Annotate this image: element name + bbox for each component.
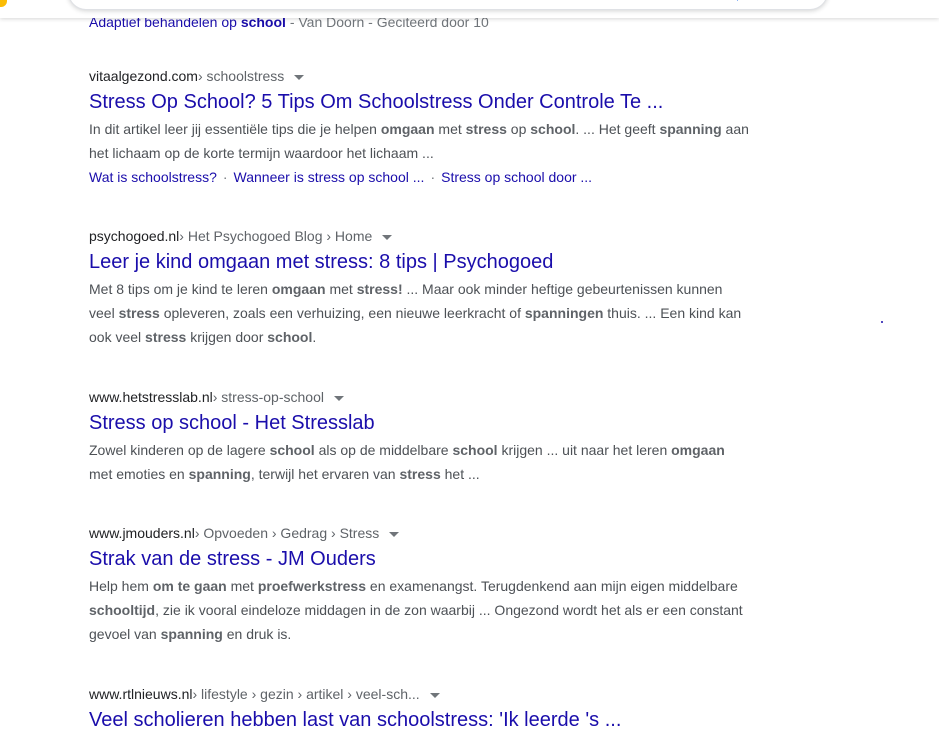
sitelink-separator: · [222, 169, 228, 185]
result-breadcrumb: › Opvoeden › Gedrag › Stress [194, 525, 380, 541]
snippet-keyword: om te gaan [152, 578, 227, 594]
sitelink[interactable]: Wat is schoolstress? [89, 169, 217, 185]
result-snippet: Zowel kinderen op de lagere school als o… [89, 438, 749, 486]
snippet-text: en examenangst. Terugdenkend aan mijn ei… [366, 578, 738, 594]
snippet-keyword: omgaan [380, 121, 435, 137]
snippet-text: Zowel kinderen op de lagere [89, 442, 270, 458]
snippet-keyword: stress [399, 466, 441, 482]
snippet-keyword: stress [465, 121, 507, 137]
sitelink-separator: · [430, 169, 436, 185]
snippet-text: opleveren, zoals een verhuizing, een nie… [159, 305, 525, 321]
result-sitelinks: Wat is schoolstress? · Wanneer is stress o… [89, 165, 749, 189]
snippet-text: op [506, 121, 531, 137]
snippet-keyword: school [269, 442, 315, 458]
stray-dot [881, 321, 883, 323]
snippet-text: het ... [440, 466, 480, 482]
snippet-text: met [226, 578, 258, 594]
snippet-text: Met 8 tips om je kind te leren [89, 281, 272, 297]
caret-down-icon[interactable] [294, 74, 305, 80]
snippet-text: en druk is. [222, 626, 292, 642]
snippet-keyword: spanning [659, 121, 722, 137]
snippet-keyword: school [267, 329, 313, 345]
snippet-keyword: spanningen [524, 305, 604, 321]
caret-down-icon[interactable] [429, 692, 440, 698]
result-breadcrumb: › Het Psychogoed Blog › Home [179, 228, 373, 244]
result-breadcrumb: › stress-op-school [212, 389, 324, 405]
result-breadcrumb: › schoolstress [197, 68, 285, 84]
result-title[interactable]: Stress op school - Het Stresslab [89, 410, 749, 436]
snippet-text: In dit artikel leer jij essentiële tips … [89, 121, 381, 137]
result-cite[interactable]: www.hetstresslab.nl › stress-op-school [89, 387, 749, 407]
snippet-keyword: proefwerkstress [257, 578, 367, 594]
snippet-text: krijgen door [186, 329, 268, 345]
result-domain: vitaalgezond.com [89, 68, 198, 84]
caret-down-icon[interactable] [382, 234, 393, 240]
search-result: www.rtlnieuws.nl › lifestyle › gezin › a… [89, 684, 749, 733]
snippet-keyword: omgaan [671, 442, 725, 458]
snippet-text: met [434, 121, 466, 137]
result-title[interactable]: Strak van de stress - JM Ouders [89, 546, 749, 572]
search-result: www.hetstresslab.nl › stress-op-school S… [89, 387, 749, 486]
sitelink[interactable]: Stress op school door ... [441, 169, 592, 185]
search-header [0, 0, 939, 18]
snippet-keyword: stress [145, 329, 187, 345]
snippet-keyword: spanning [160, 626, 223, 642]
result-cite[interactable]: psychogoed.nl › Het Psychogoed Blog › Ho… [89, 226, 749, 246]
snippet-text: krijgen ... uit naar het leren [497, 442, 672, 458]
snippet-keyword: stress! [356, 281, 403, 297]
snippet-text: als op de middelbare [314, 442, 453, 458]
result-breadcrumb: › lifestyle › gezin › artikel › veel-sch… [192, 686, 420, 702]
search-divider [737, 0, 738, 1]
snippet-keyword: school [452, 442, 498, 458]
sitelink[interactable]: Wanneer is stress op school ... [234, 169, 425, 185]
caret-down-icon[interactable] [389, 531, 400, 537]
snippet-text: met emoties en [89, 466, 189, 482]
snippet-text: . ... Het geeft [575, 121, 660, 137]
result-title[interactable]: Leer je kind omgaan met stress: 8 tips |… [89, 249, 749, 275]
search-input[interactable] [68, 0, 828, 10]
result-domain: www.hetstresslab.nl [89, 389, 213, 405]
result-snippet: Help hem om te gaan met proefwerkstress … [89, 574, 749, 646]
snippet-keyword: spanning [188, 466, 251, 482]
snippet-text: met [325, 281, 357, 297]
result-cite[interactable]: www.jmouders.nl › Opvoeden › Gedrag › St… [89, 523, 749, 543]
result-cite[interactable]: www.rtlnieuws.nl › lifestyle › gezin › a… [89, 684, 749, 704]
result-cite[interactable]: vitaalgezond.com › schoolstress [89, 66, 749, 86]
result-title[interactable]: Veel scholieren hebben last van schoolst… [89, 707, 749, 733]
snippet-keyword: schooltijd [89, 602, 156, 618]
result-title[interactable]: Stress Op School? 5 Tips Om Schoolstress… [89, 89, 749, 115]
snippet-text: Help hem [89, 578, 153, 594]
search-result: vitaalgezond.com › schoolstress Stress O… [89, 66, 749, 189]
result-snippet: Met 8 tips om je kind te leren omgaan me… [89, 277, 749, 349]
result-snippet: In dit artikel leer jij essentiële tips … [89, 117, 749, 165]
snippet-keyword: stress [118, 305, 160, 321]
snippet-keyword: omgaan [271, 281, 326, 297]
result-domain: www.rtlnieuws.nl [89, 686, 193, 702]
search-result: psychogoed.nl › Het Psychogoed Blog › Ho… [89, 226, 749, 349]
search-result: www.jmouders.nl › Opvoeden › Gedrag › St… [89, 523, 749, 646]
google-logo-icon[interactable] [0, 0, 7, 7]
caret-down-icon[interactable] [333, 395, 344, 401]
snippet-keyword: school [530, 121, 576, 137]
snippet-text: . [312, 329, 317, 345]
snippet-text: , terwijl het ervaren van [250, 466, 400, 482]
result-domain: www.jmouders.nl [89, 525, 195, 541]
result-domain: psychogoed.nl [89, 228, 180, 244]
